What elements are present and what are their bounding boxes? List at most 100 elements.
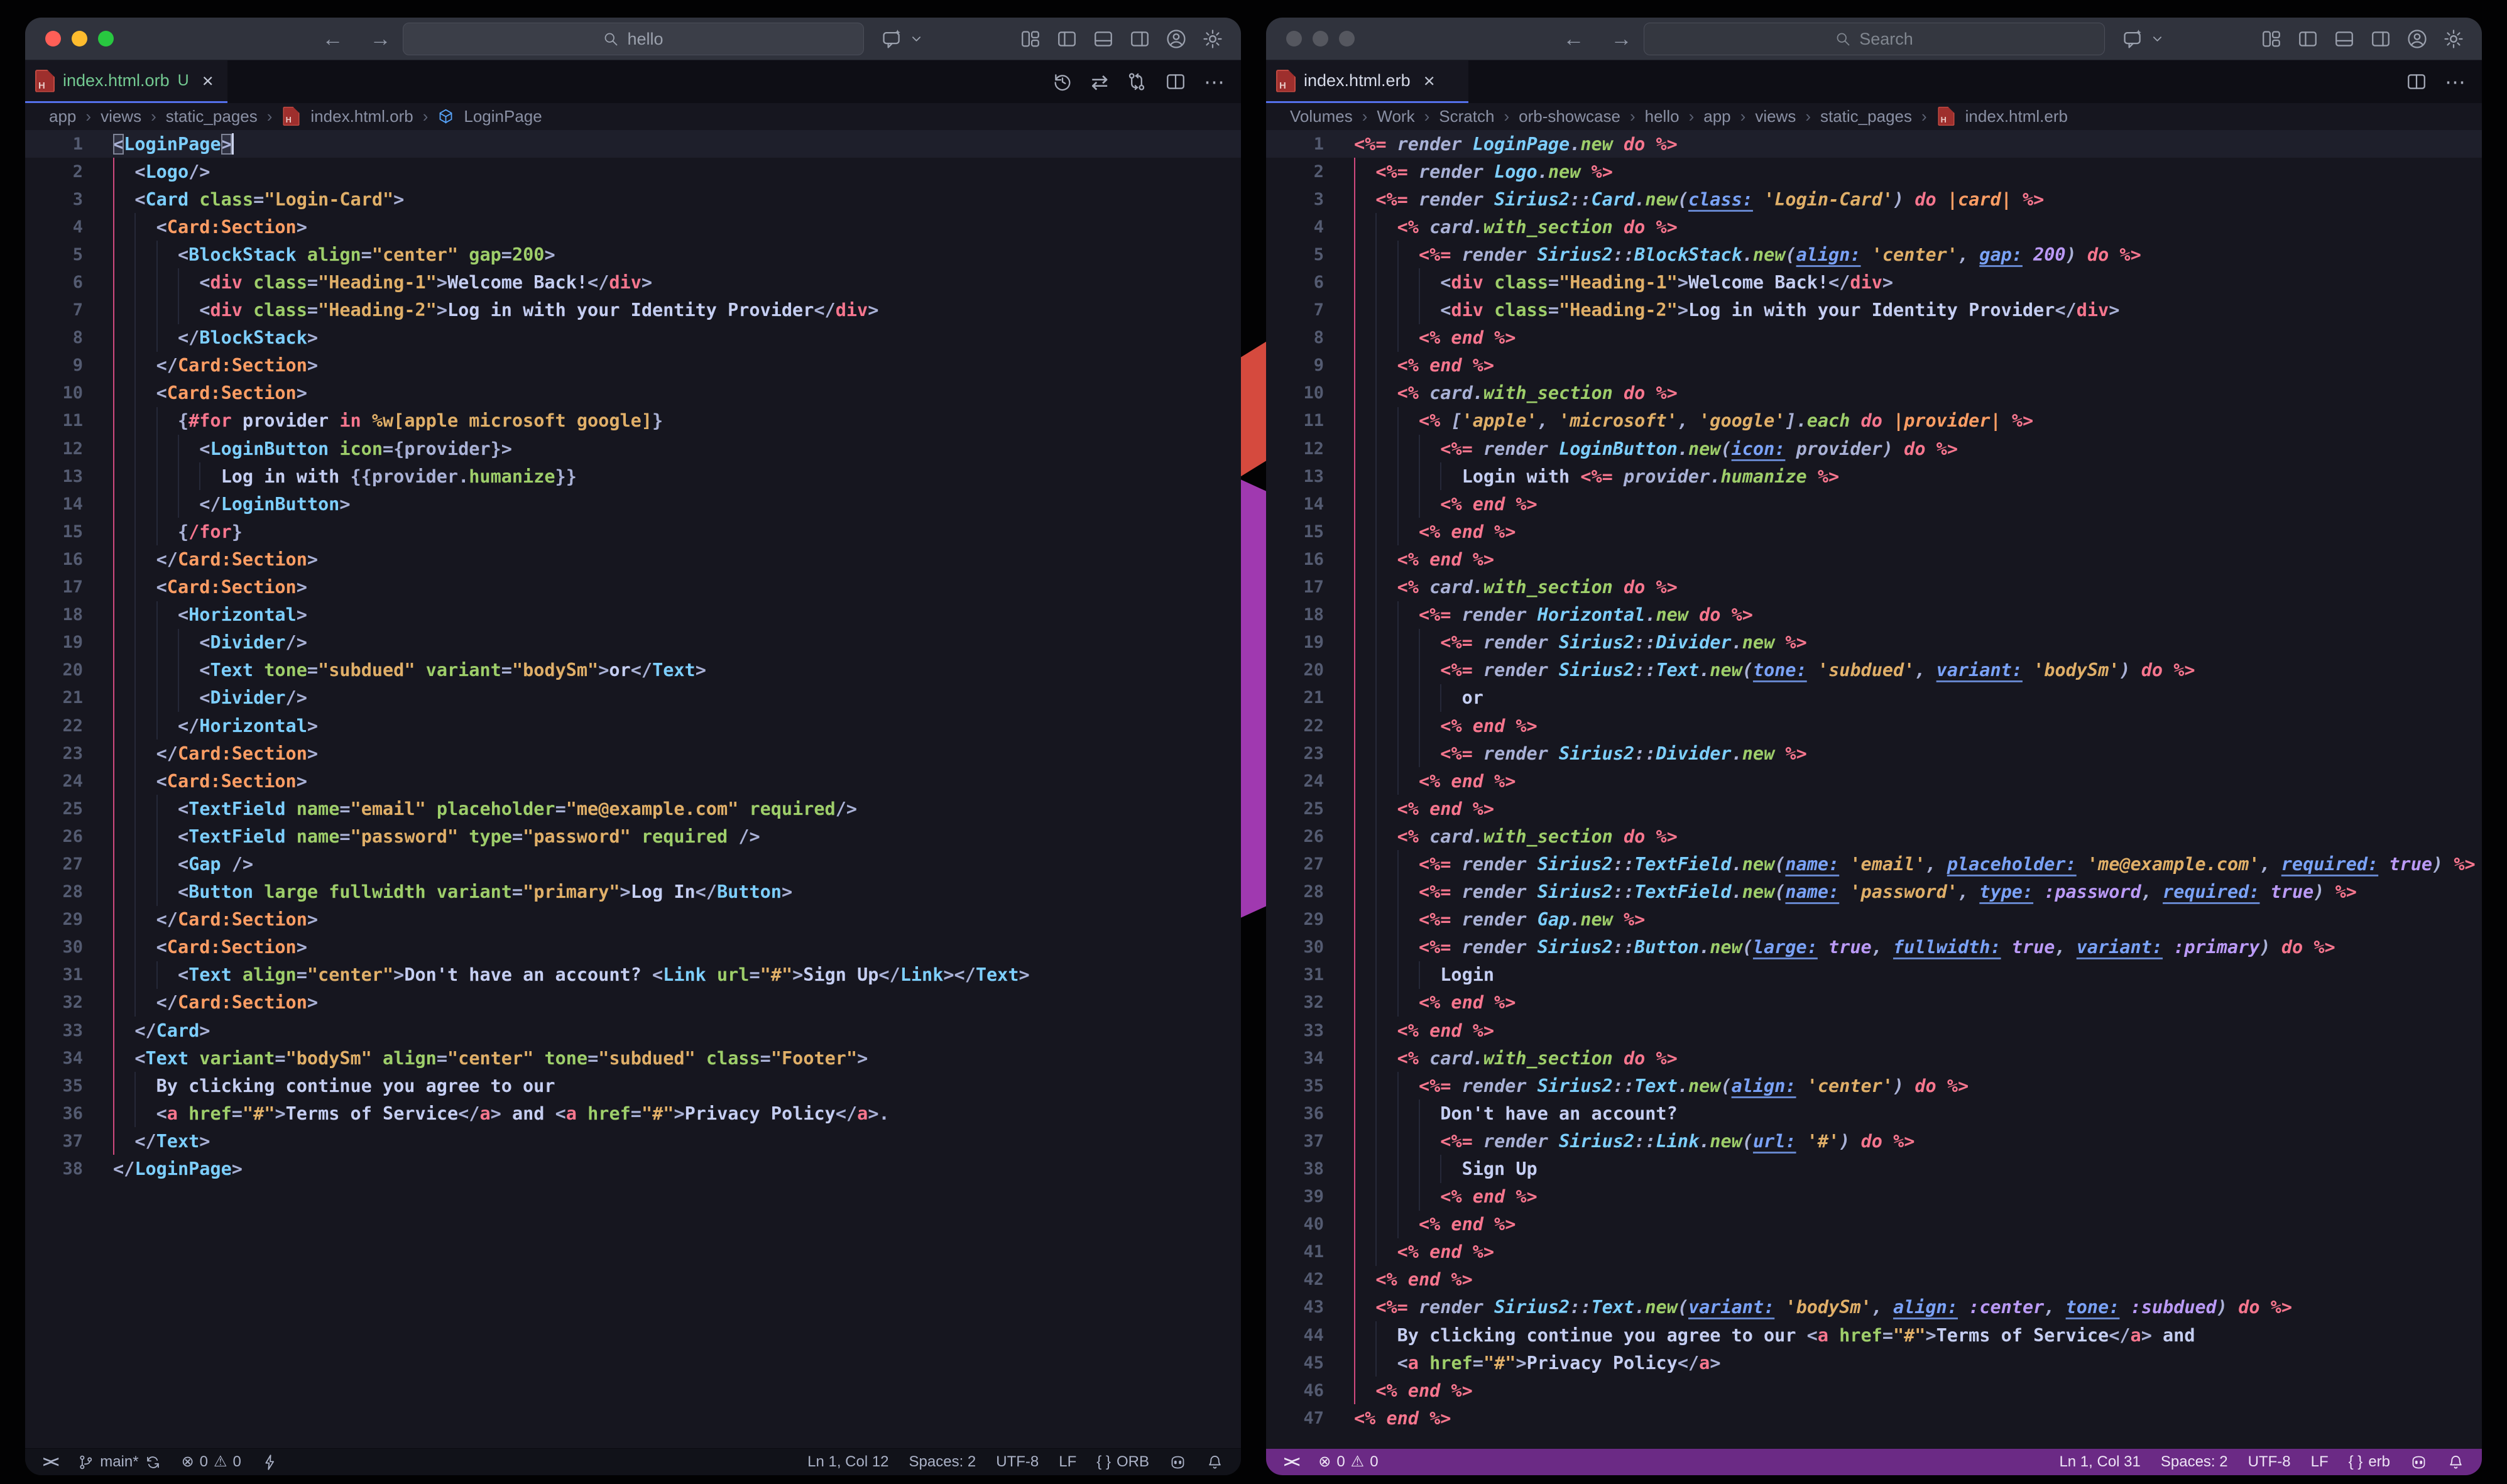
split-editor-icon[interactable] bbox=[1165, 71, 1186, 92]
encoding-status[interactable]: UTF-8 bbox=[2248, 1453, 2291, 1471]
code-line[interactable]: 46 <% end %> bbox=[1266, 1377, 2482, 1404]
breadcrumb[interactable]: app bbox=[49, 107, 76, 126]
code-line[interactable]: 24 <Card:Section> bbox=[25, 767, 1241, 795]
code-line[interactable]: 3 <Card class="Login-Card"> bbox=[25, 185, 1241, 213]
code-line[interactable]: 30 <Card:Section> bbox=[25, 934, 1241, 961]
code-line[interactable]: 22 <% end %> bbox=[1266, 712, 2482, 739]
tab-index-html-orb[interactable]: index.html.orb U × bbox=[25, 60, 227, 103]
tab-index-html-erb[interactable]: index.html.erb × bbox=[1266, 60, 1468, 103]
code-line[interactable]: 27 <%= render Sirius2::TextField.new(nam… bbox=[1266, 850, 2482, 878]
code-line[interactable]: 25 <% end %> bbox=[1266, 795, 2482, 822]
code-line[interactable]: 33 </Card> bbox=[25, 1017, 1241, 1044]
code-line[interactable]: 8 <% end %> bbox=[1266, 324, 2482, 352]
code-line[interactable]: 41 <% end %> bbox=[1266, 1238, 2482, 1266]
cursor-position[interactable]: Ln 1, Col 31 bbox=[2059, 1453, 2140, 1471]
indentation-status[interactable]: Spaces: 2 bbox=[2161, 1453, 2228, 1471]
code-line[interactable]: 23 </Card:Section> bbox=[25, 739, 1241, 767]
code-line[interactable]: 40 <% end %> bbox=[1266, 1211, 2482, 1238]
code-line[interactable]: 32 </Card:Section> bbox=[25, 989, 1241, 1017]
code-line[interactable]: 20 <%= render Sirius2::Text.new(tone: 's… bbox=[1266, 657, 2482, 684]
zoom-window-button[interactable] bbox=[1339, 31, 1355, 46]
code-line[interactable]: 21 <Divider/> bbox=[25, 684, 1241, 712]
code-line[interactable]: 19 <%= render Sirius2::Divider.new %> bbox=[1266, 629, 2482, 657]
minimize-window-button[interactable] bbox=[72, 31, 87, 46]
close-window-button[interactable] bbox=[1286, 31, 1302, 46]
back-icon[interactable]: ← bbox=[1563, 28, 1585, 50]
code-line[interactable]: 38</LoginPage> bbox=[25, 1155, 1241, 1182]
code-line[interactable]: 17 <Card:Section> bbox=[25, 574, 1241, 601]
close-tab-icon[interactable]: × bbox=[1424, 71, 1435, 90]
code-line[interactable]: 28 <%= render Sirius2::TextField.new(nam… bbox=[1266, 878, 2482, 906]
toggle-panel-icon[interactable] bbox=[2334, 28, 2355, 50]
breadcrumb[interactable]: Scratch bbox=[1439, 107, 1494, 126]
copilot-status-icon[interactable] bbox=[2410, 1454, 2427, 1471]
eol-status[interactable]: LF bbox=[1059, 1453, 1076, 1471]
code-line[interactable]: 9 <% end %> bbox=[1266, 352, 2482, 379]
breadcrumb[interactable]: views bbox=[101, 107, 141, 126]
code-line[interactable]: 18 <Horizontal> bbox=[25, 601, 1241, 629]
code-line[interactable]: 43 <%= render Sirius2::Text.new(variant:… bbox=[1266, 1294, 2482, 1321]
code-line[interactable]: 31 Login bbox=[1266, 961, 2482, 989]
code-line[interactable]: 38 Sign Up bbox=[1266, 1155, 2482, 1182]
breadcrumb[interactable]: views bbox=[1755, 107, 1796, 126]
back-icon[interactable]: ← bbox=[322, 28, 344, 50]
code-line[interactable]: 37 <%= render Sirius2::Link.new(url: '#'… bbox=[1266, 1127, 2482, 1155]
breadcrumb[interactable]: Work bbox=[1377, 107, 1414, 126]
code-line[interactable]: 26 <TextField name="password" type="pass… bbox=[25, 822, 1241, 850]
code-line[interactable]: 24 <% end %> bbox=[1266, 767, 2482, 795]
code-line[interactable]: 37 </Text> bbox=[25, 1127, 1241, 1155]
zap-icon[interactable] bbox=[261, 1454, 278, 1471]
code-line[interactable]: 14 <% end %> bbox=[1266, 490, 2482, 518]
settings-gear-icon[interactable] bbox=[2443, 28, 2464, 50]
code-line[interactable]: 19 <Divider/> bbox=[25, 629, 1241, 657]
timeline-history-icon[interactable] bbox=[1052, 71, 1073, 92]
code-line[interactable]: 23 <%= render Sirius2::Divider.new %> bbox=[1266, 739, 2482, 767]
toggle-changes-icon[interactable]: ⇄ bbox=[1091, 72, 1108, 92]
breadcrumb[interactable]: orb-showcase bbox=[1519, 107, 1620, 126]
toggle-panel-icon[interactable] bbox=[1093, 28, 1114, 50]
code-line[interactable]: 4 <% card.with_section do %> bbox=[1266, 213, 2482, 241]
code-line[interactable]: 16 </Card:Section> bbox=[25, 545, 1241, 573]
code-line[interactable]: 2 <%= render Logo.new %> bbox=[1266, 158, 2482, 185]
customize-layout-icon[interactable] bbox=[2261, 28, 2282, 50]
indentation-status[interactable]: Spaces: 2 bbox=[909, 1453, 976, 1471]
close-window-button[interactable] bbox=[45, 31, 61, 46]
code-line[interactable]: 5 <%= render Sirius2::BlockStack.new(ali… bbox=[1266, 241, 2482, 268]
cursor-position[interactable]: Ln 1, Col 12 bbox=[807, 1453, 888, 1471]
code-line[interactable]: 25 <TextField name="email" placeholder="… bbox=[25, 795, 1241, 822]
toggle-secondary-sidebar-icon[interactable] bbox=[2370, 28, 2391, 50]
breadcrumb[interactable]: Volumes bbox=[1290, 107, 1353, 126]
code-line[interactable]: 15 <% end %> bbox=[1266, 518, 2482, 545]
code-editor[interactable]: 1<LoginPage>2 <Logo/>3 <Card class="Logi… bbox=[25, 129, 1241, 1448]
copilot-chat-button[interactable] bbox=[882, 18, 925, 60]
code-line[interactable]: 39 <% end %> bbox=[1266, 1183, 2482, 1211]
code-line[interactable]: 16 <% end %> bbox=[1266, 545, 2482, 573]
problems-status[interactable]: ⊗ 0 ⚠ 0 bbox=[182, 1453, 241, 1471]
breadcrumb[interactable]: hello bbox=[1645, 107, 1680, 126]
code-line[interactable]: 4 <Card:Section> bbox=[25, 213, 1241, 241]
code-line[interactable]: 29 </Card:Section> bbox=[25, 906, 1241, 934]
language-mode[interactable]: { } ORB bbox=[1096, 1453, 1149, 1471]
code-line[interactable]: 15 {/for} bbox=[25, 518, 1241, 545]
code-line[interactable]: 32 <% end %> bbox=[1266, 989, 2482, 1017]
split-editor-icon[interactable] bbox=[2406, 71, 2427, 92]
code-line[interactable]: 11 <% ['apple', 'microsoft', 'google'].e… bbox=[1266, 407, 2482, 435]
code-line[interactable]: 3 <%= render Sirius2::Card.new(class: 'L… bbox=[1266, 185, 2482, 213]
close-tab-icon[interactable]: × bbox=[202, 71, 214, 90]
settings-gear-icon[interactable] bbox=[1202, 28, 1223, 50]
notifications-bell-icon[interactable] bbox=[2447, 1454, 2464, 1471]
breadcrumb[interactable]: app bbox=[1703, 107, 1730, 126]
account-icon[interactable] bbox=[2406, 28, 2428, 50]
git-compare-icon[interactable] bbox=[1126, 71, 1147, 92]
code-line[interactable]: 14 </LoginButton> bbox=[25, 490, 1241, 518]
toggle-primary-sidebar-icon[interactable] bbox=[1056, 28, 1078, 50]
code-line[interactable]: 33 <% end %> bbox=[1266, 1017, 2482, 1044]
code-line[interactable]: 44 By clicking continue you agree to our… bbox=[1266, 1321, 2482, 1349]
code-line[interactable]: 29 <%= render Gap.new %> bbox=[1266, 906, 2482, 934]
code-line[interactable]: 27 <Gap /> bbox=[25, 850, 1241, 878]
code-line[interactable]: 30 <%= render Sirius2::Button.new(large:… bbox=[1266, 934, 2482, 961]
customize-layout-icon[interactable] bbox=[1020, 28, 1041, 50]
code-line[interactable]: 12 <%= render LoginButton.new(icon: prov… bbox=[1266, 435, 2482, 462]
code-line[interactable]: 20 <Text tone="subdued" variant="bodySm"… bbox=[25, 657, 1241, 684]
toggle-secondary-sidebar-icon[interactable] bbox=[1129, 28, 1150, 50]
